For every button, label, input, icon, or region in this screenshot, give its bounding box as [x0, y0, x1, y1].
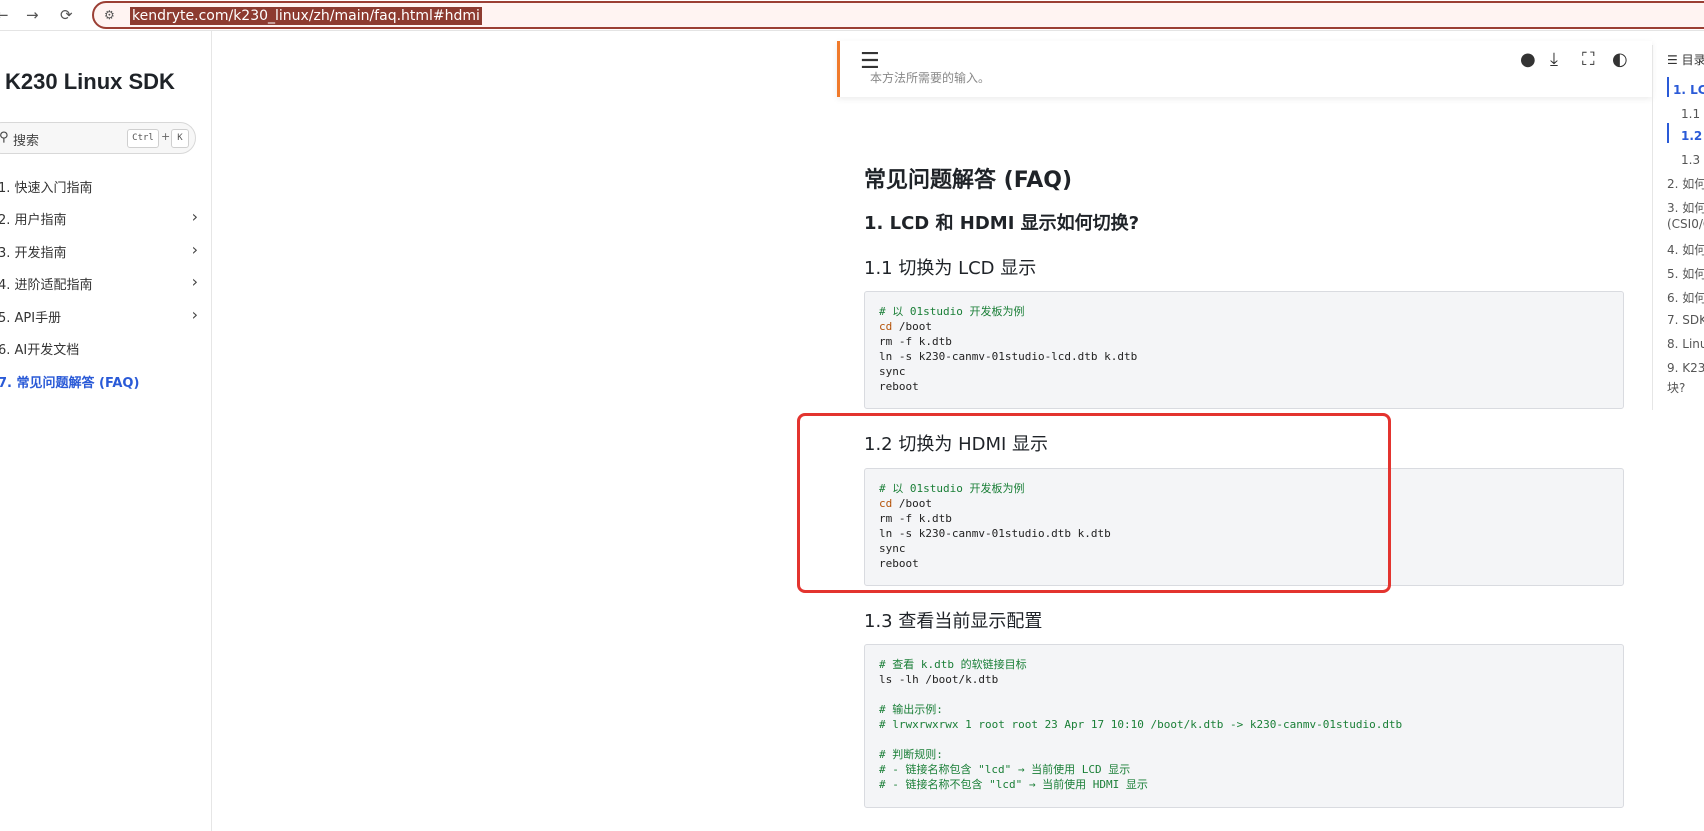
toc-item[interactable]: 2. 如何 [1667, 175, 1704, 192]
browser-toolbar: ← → ⟳ ⚙ kendryte.com/k230_linux/zh/main/… [0, 0, 1704, 31]
highlight-box [797, 413, 1391, 593]
code-line: reboot [879, 380, 919, 393]
sidebar-item-api[interactable]: 5. API手册 › [0, 305, 208, 326]
left-sidebar: K230 Linux SDK ⚲ 搜索 Ctrl + K 1. 快速入门指南 2… [0, 31, 212, 831]
toc-active-bar [1667, 77, 1669, 97]
toc-item[interactable]: 6. 如何 [1667, 289, 1704, 306]
toc-item[interactable]: 块? [1667, 379, 1685, 396]
chevron-right-icon[interactable]: › [192, 240, 198, 259]
kbd-ctrl: Ctrl [127, 129, 159, 148]
toc-item[interactable]: 7. SDK [1667, 313, 1704, 327]
code-line: rm -f k.dtb [879, 335, 952, 348]
toc-item[interactable]: 9. K230 [1667, 361, 1704, 375]
table-of-contents: ☰ 目录 1. LCD 和 HDMI 1.1 切换为 LCD 1.2 切换为 H… [1652, 45, 1704, 410]
code-block[interactable]: # 查看 k.dtb 的软链接目标 ls -lh /boot/k.dtb # 输… [864, 644, 1624, 808]
code-block[interactable]: # 以 01studio 开发板为例 cd /boot rm -f k.dtb … [864, 291, 1624, 409]
clipped-text: 本方法所需要的输入。 [870, 71, 991, 85]
code-blank [879, 687, 1609, 702]
code-blank [879, 732, 1609, 747]
toc-item[interactable]: 5. 如何 [1667, 265, 1704, 282]
toc-title: ☰ 目录 [1667, 53, 1704, 67]
chevron-right-icon[interactable]: › [192, 207, 198, 226]
github-icon[interactable]: ● [1520, 49, 1536, 70]
code-line: sync [879, 365, 906, 378]
reload-icon[interactable]: ⟳ [60, 6, 73, 24]
fullscreen-icon[interactable]: ⛶ [1582, 49, 1595, 70]
toc-item[interactable]: 8. Linux [1667, 337, 1704, 351]
toc-item[interactable]: 1. LCD 和 HDMI [1673, 81, 1704, 98]
toc-item[interactable]: 4. 如何 [1667, 241, 1704, 258]
section-heading: 1. LCD 和 HDMI 显示如何切换? [864, 213, 1140, 234]
download-icon[interactable]: ⤓ [1550, 49, 1558, 70]
toc-item[interactable]: (CSI0/CSI1 [1667, 217, 1704, 231]
code-comment: # - 链接名称包含 "lcd" → 当前使用 LCD 显示 [879, 763, 1131, 776]
theme-toggle-icon[interactable]: ◐ [1612, 49, 1628, 70]
kbd-plus: + [161, 130, 171, 143]
subsection-heading: 1.1 切换为 LCD 显示 [864, 258, 1037, 279]
code-line: ls -lh /boot/k.dtb [879, 673, 999, 686]
chevron-right-icon[interactable]: › [192, 272, 198, 291]
url-text[interactable]: kendryte.com/k230_linux/zh/main/faq.html… [130, 7, 482, 25]
kbd-k: K [171, 129, 189, 148]
sidebar-item-advanced-guide[interactable]: 4. 进阶适配指南 › [0, 272, 208, 293]
chevron-right-icon[interactable]: › [192, 305, 198, 324]
sidebar-item-quickstart[interactable]: 1. 快速入门指南 [0, 177, 208, 196]
toc-active-bar [1667, 123, 1669, 143]
code-comment: # - 链接名称不包含 "lcd" → 当前使用 HDMI 显示 [879, 778, 1148, 791]
code-line: cd /boot [879, 320, 932, 333]
content-header: ☰ 本方法所需要的输入。 ● ⤓ ⛶ ◐ [837, 41, 1652, 97]
toc-item[interactable]: 1.2 切换为 HDMI [1681, 127, 1704, 144]
sidebar-item-dev-guide[interactable]: 3. 开发指南 › [0, 240, 208, 261]
page-title: 常见问题解答 (FAQ) [864, 168, 1073, 193]
code-comment: # 查看 k.dtb 的软链接目标 [879, 658, 1027, 671]
forward-icon[interactable]: → [26, 6, 39, 24]
subsection-heading: 1.3 查看当前显示配置 [864, 611, 1043, 632]
site-settings-icon[interactable]: ⚙ [104, 8, 115, 22]
toc-item[interactable]: 1.1 切换为 LCD [1681, 105, 1704, 122]
search-input[interactable]: ⚲ 搜索 Ctrl + K [0, 122, 196, 154]
site-brand[interactable]: K230 Linux SDK [5, 69, 175, 95]
back-icon[interactable]: ← [0, 6, 9, 24]
search-placeholder: 搜索 [13, 134, 40, 149]
toc-item[interactable]: 1.3 查看当前 [1681, 151, 1704, 168]
sidebar-item-ai-docs[interactable]: 6. AI开发文档 [0, 339, 208, 358]
code-comment: # lrwxrwxrwx 1 root root 23 Apr 17 10:10… [879, 718, 1403, 731]
code-comment: # 输出示例: [879, 703, 943, 716]
address-bar[interactable]: ⚙ kendryte.com/k230_linux/zh/main/faq.ht… [92, 1, 1704, 29]
code-comment: # 判断规则: [879, 748, 943, 761]
code-line: ln -s k230-canmv-01studio-lcd.dtb k.dtb [879, 350, 1138, 363]
sidebar-item-user-guide[interactable]: 2. 用户指南 › [0, 207, 208, 228]
code-comment: # 以 01studio 开发板为例 [879, 305, 1025, 318]
search-icon: ⚲ [0, 130, 9, 145]
toc-item[interactable]: 3. 如何 [1667, 199, 1704, 216]
sidebar-item-faq[interactable]: 7. 常见问题解答 (FAQ) [0, 372, 208, 391]
list-icon: ☰ [1667, 53, 1682, 67]
